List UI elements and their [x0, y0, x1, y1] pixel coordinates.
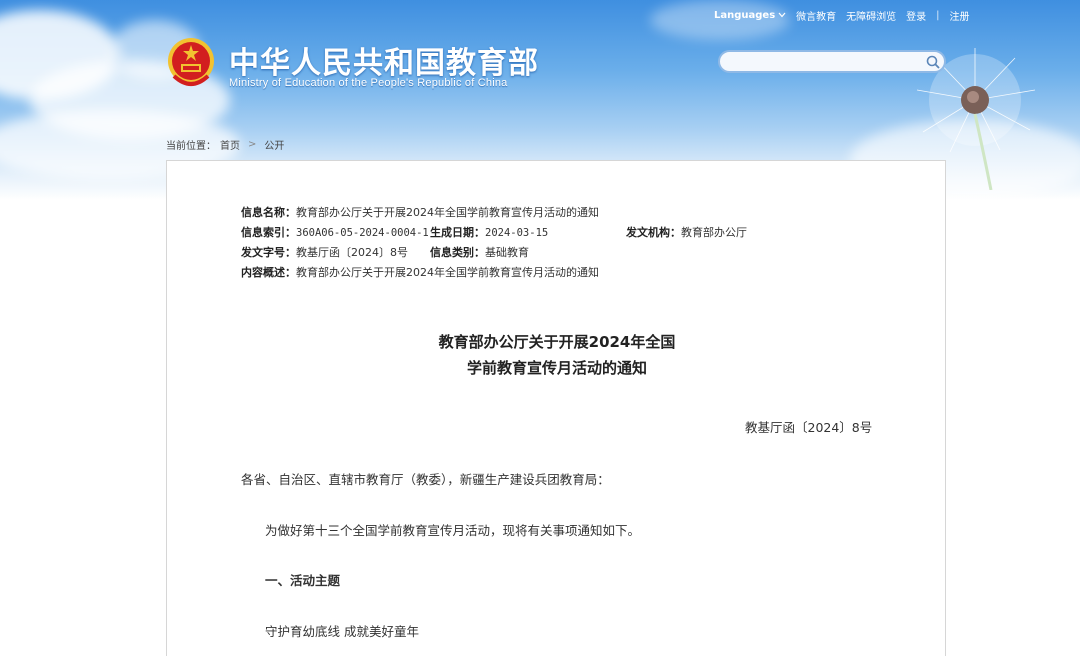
category-value: 基础教育: [485, 246, 529, 259]
breadcrumb-separator: >: [248, 139, 257, 150]
national-emblem-icon[interactable]: [166, 36, 216, 90]
chevron-down-icon: [778, 12, 786, 18]
accessibility-link[interactable]: 无障碍浏览: [846, 8, 896, 23]
date-value: 2024-03-15: [485, 227, 549, 239]
date-label: 生成日期：: [430, 226, 485, 239]
wechat-edu-link[interactable]: 微言教育: [796, 8, 836, 23]
addressee-text: 各省、自治区、直辖市教育厅（教委），新疆生产建设兵团教育局：: [241, 472, 610, 487]
doc-no-value: 教基厅函〔2024〕8号: [296, 246, 408, 259]
top-links: Languages 微言教育 无障碍浏览 登录 | 注册: [714, 8, 970, 23]
languages-menu[interactable]: Languages: [714, 10, 786, 21]
register-link[interactable]: 注册: [950, 8, 970, 23]
section-heading: 一、活动主题: [265, 573, 341, 588]
info-name-value: 教育部办公厅关于开展2024年全国学前教育宣传月活动的通知: [296, 206, 599, 219]
issuer-value: 教育部办公厅: [681, 226, 747, 239]
doc-no-label: 发文字号：: [241, 246, 296, 259]
site-subtitle: Ministry of Education of the People's Re…: [229, 77, 508, 89]
info-name-label: 信息名称：: [241, 206, 296, 219]
document-title-line-1: 教育部办公厅关于开展2024年全国: [438, 333, 676, 351]
site-title[interactable]: 中华人民共和国教育部: [229, 38, 539, 82]
index-value: 360A06-05-2024-0004-1: [296, 227, 429, 239]
document-number: 教基厅函〔2024〕8号: [745, 420, 873, 435]
document-title: 教育部办公厅关于开展2024年全国 学前教育宣传月活动的通知: [167, 329, 947, 381]
login-link[interactable]: 登录: [906, 8, 926, 23]
breadcrumb-prefix: 当前位置：: [166, 141, 216, 152]
breadcrumb: 当前位置： 首页 > 公开: [166, 137, 284, 152]
section-paragraph: 守护育幼底线 成就美好童年: [265, 624, 419, 639]
index-label: 信息索引：: [241, 226, 296, 239]
document-title-line-2: 学前教育宣传月活动的通知: [466, 359, 647, 377]
issuer-label: 发文机构：: [626, 226, 681, 239]
category-label: 信息类别：: [430, 246, 485, 259]
breadcrumb-home[interactable]: 首页: [220, 137, 240, 152]
breadcrumb-current[interactable]: 公开: [264, 137, 284, 152]
intro-paragraph: 为做好第十三个全国学前教育宣传月活动，现将有关事项通知如下。: [265, 523, 641, 538]
search-icon: [926, 55, 940, 69]
link-divider: |: [936, 9, 940, 21]
search-input[interactable]: [720, 52, 922, 71]
summary-value: 教育部办公厅关于开展2024年全国学前教育宣传月活动的通知: [296, 266, 599, 279]
search-box: [718, 50, 946, 73]
summary-label: 内容概述：: [241, 266, 296, 279]
search-button[interactable]: [922, 52, 944, 71]
content-panel: 信息名称：教育部办公厅关于开展2024年全国学前教育宣传月活动的通知 信息索引：…: [166, 160, 946, 656]
